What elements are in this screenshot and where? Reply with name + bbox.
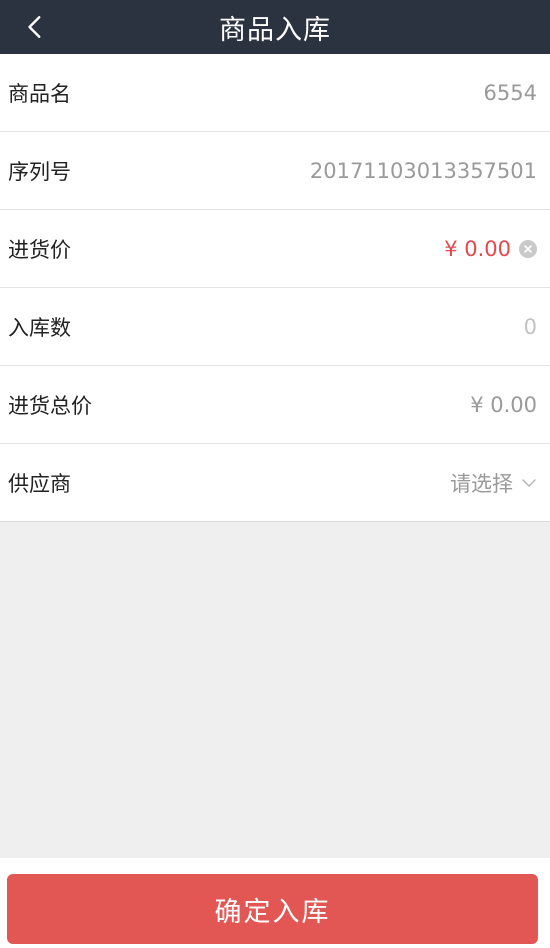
purchase-price-input[interactable]: ¥ 0.00 bbox=[444, 237, 511, 261]
row-total-price: 进货总价 ¥ 0.00 bbox=[0, 366, 550, 444]
nav-bar: 商品入库 bbox=[0, 0, 550, 54]
product-name-label: 商品名 bbox=[8, 81, 71, 106]
purchase-price-label: 进货价 bbox=[8, 237, 71, 262]
quantity-input[interactable]: 0 bbox=[524, 315, 537, 339]
row-serial-number: 序列号 20171103013357501 bbox=[0, 132, 550, 210]
quantity-label: 入库数 bbox=[8, 315, 71, 340]
clear-icon[interactable] bbox=[519, 239, 537, 258]
chevron-down-icon bbox=[522, 478, 536, 487]
footer-bar: 确定入库 bbox=[0, 858, 550, 948]
supplier-label: 供应商 bbox=[8, 471, 71, 496]
product-name-value: 6554 bbox=[483, 80, 537, 105]
total-price-label: 进货总价 bbox=[8, 393, 92, 418]
supplier-placeholder: 请选择 bbox=[450, 471, 513, 496]
serial-number-label: 序列号 bbox=[8, 159, 71, 184]
page-title: 商品入库 bbox=[219, 14, 331, 46]
app-screen: 商品入库 商品名 6554 序列号 20171103013357501 进货价 … bbox=[0, 0, 550, 948]
confirm-stock-in-button[interactable]: 确定入库 bbox=[7, 874, 538, 944]
supplier-select[interactable]: 请选择 bbox=[450, 468, 537, 498]
row-supplier[interactable]: 供应商 请选择 bbox=[0, 444, 550, 522]
purchase-price-field[interactable]: ¥ 0.00 bbox=[444, 237, 537, 261]
row-quantity[interactable]: 入库数 0 bbox=[0, 288, 550, 366]
row-product-name: 商品名 6554 bbox=[0, 54, 550, 132]
serial-number-value: 20171103013357501 bbox=[309, 158, 537, 183]
stock-in-form: 商品名 6554 序列号 20171103013357501 进货价 ¥ 0.0… bbox=[0, 54, 550, 522]
total-price-value: ¥ 0.00 bbox=[470, 392, 537, 417]
row-purchase-price[interactable]: 进货价 ¥ 0.00 bbox=[0, 210, 550, 288]
chevron-left-icon bbox=[28, 16, 41, 38]
back-button[interactable] bbox=[14, 0, 58, 54]
